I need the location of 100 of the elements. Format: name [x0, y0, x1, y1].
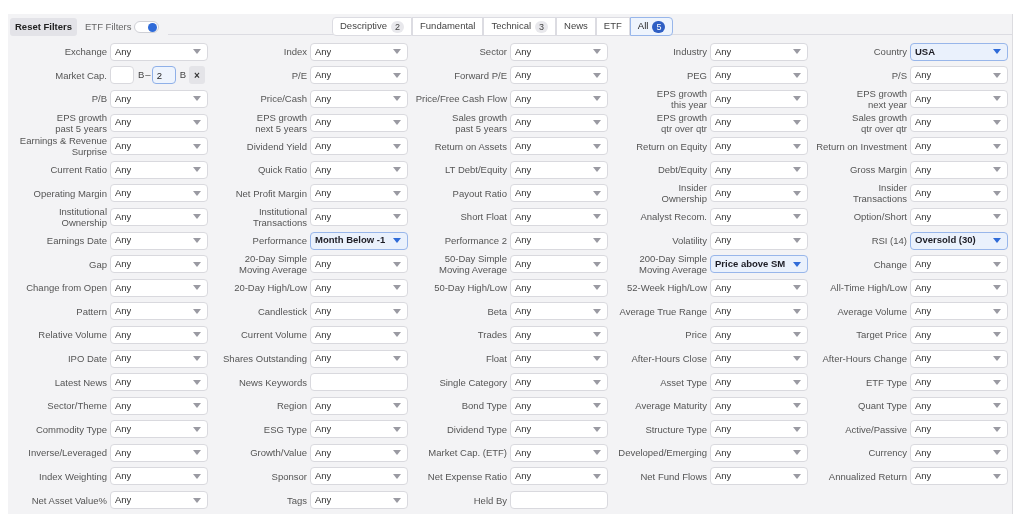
- filter-dropdown[interactable]: Any: [910, 207, 1008, 226]
- filter-dropdown[interactable]: Any: [510, 42, 608, 61]
- filter-dropdown[interactable]: Any: [510, 66, 608, 85]
- filter-dropdown[interactable]: Any: [110, 42, 208, 61]
- filter-dropdown[interactable]: Any: [110, 349, 208, 368]
- filter-dropdown[interactable]: Any: [110, 278, 208, 297]
- filter-dropdown[interactable]: Any: [710, 396, 808, 415]
- filter-tab[interactable]: Technical 3: [483, 17, 557, 36]
- filter-dropdown[interactable]: Any: [110, 207, 208, 226]
- filter-dropdown[interactable]: Any: [310, 207, 408, 226]
- filter-dropdown[interactable]: Any: [510, 325, 608, 344]
- filter-dropdown[interactable]: Any: [310, 420, 408, 439]
- filter-dropdown[interactable]: Oversold (30): [910, 231, 1008, 250]
- filter-dropdown[interactable]: Any: [510, 396, 608, 415]
- filter-dropdown[interactable]: Any: [910, 302, 1008, 321]
- filter-dropdown[interactable]: Month Below -1: [310, 231, 408, 250]
- filter-dropdown[interactable]: Any: [710, 90, 808, 108]
- filter-dropdown[interactable]: Any: [710, 467, 808, 486]
- filter-dropdown[interactable]: Any: [910, 396, 1008, 415]
- filter-dropdown[interactable]: Any: [110, 443, 208, 462]
- filter-dropdown[interactable]: Any: [510, 373, 608, 392]
- filter-dropdown[interactable]: Any: [110, 467, 208, 486]
- filter-dropdown[interactable]: Any: [110, 137, 208, 156]
- filter-dropdown[interactable]: Any: [910, 420, 1008, 439]
- filter-dropdown[interactable]: Any: [910, 137, 1008, 156]
- filter-dropdown[interactable]: Any: [910, 349, 1008, 368]
- filter-dropdown[interactable]: Any: [510, 207, 608, 226]
- filter-dropdown[interactable]: Any: [110, 90, 208, 108]
- filter-dropdown[interactable]: Any: [510, 443, 608, 462]
- filter-dropdown[interactable]: Any: [710, 184, 808, 203]
- filter-dropdown[interactable]: Any: [310, 278, 408, 297]
- filter-dropdown[interactable]: Any: [510, 113, 608, 132]
- filter-dropdown[interactable]: Any: [310, 443, 408, 462]
- filter-dropdown[interactable]: Any: [710, 443, 808, 462]
- filter-tab[interactable]: Descriptive 2: [332, 17, 412, 36]
- filter-dropdown[interactable]: Any: [510, 302, 608, 321]
- filter-tab[interactable]: News: [556, 17, 596, 36]
- filter-dropdown[interactable]: Any: [910, 66, 1008, 85]
- filter-dropdown[interactable]: Any: [910, 443, 1008, 462]
- filter-dropdown[interactable]: Any: [510, 160, 608, 179]
- input-field[interactable]: [110, 66, 134, 85]
- clear-button[interactable]: ×: [189, 66, 205, 85]
- filter-dropdown[interactable]: Any: [310, 160, 408, 179]
- filter-dropdown[interactable]: Any: [910, 184, 1008, 203]
- filter-dropdown[interactable]: Any: [710, 207, 808, 226]
- input-field[interactable]: 2: [151, 66, 176, 85]
- filter-dropdown[interactable]: Any: [510, 467, 608, 486]
- filter-dropdown[interactable]: Any: [110, 373, 208, 392]
- filter-dropdown[interactable]: Any: [510, 255, 608, 274]
- filter-dropdown[interactable]: Any: [510, 278, 608, 297]
- filter-dropdown[interactable]: Any: [710, 113, 808, 132]
- filter-dropdown[interactable]: Any: [310, 491, 408, 510]
- filter-dropdown[interactable]: Any: [310, 66, 408, 85]
- reset-filters-button[interactable]: Reset Filters: [10, 18, 78, 36]
- filter-dropdown[interactable]: Any: [710, 137, 808, 156]
- filter-dropdown[interactable]: Any: [910, 325, 1008, 344]
- filter-dropdown[interactable]: Any: [310, 255, 408, 274]
- filter-dropdown[interactable]: Any: [110, 302, 208, 321]
- etf-toggle[interactable]: [134, 21, 160, 33]
- filter-dropdown[interactable]: Any: [510, 420, 608, 439]
- filter-dropdown[interactable]: Any: [310, 184, 408, 203]
- filter-dropdown[interactable]: Any: [710, 373, 808, 392]
- filter-dropdown[interactable]: Any: [710, 160, 808, 179]
- filter-dropdown[interactable]: Any: [310, 42, 408, 61]
- filter-dropdown[interactable]: Any: [910, 90, 1008, 108]
- filter-dropdown[interactable]: Any: [910, 278, 1008, 297]
- filter-dropdown[interactable]: Any: [310, 137, 408, 156]
- filter-dropdown[interactable]: Any: [310, 90, 408, 108]
- filter-dropdown[interactable]: Any: [710, 231, 808, 250]
- filter-dropdown[interactable]: Any: [910, 373, 1008, 392]
- filter-dropdown[interactable]: Any: [310, 302, 408, 321]
- filter-dropdown[interactable]: Any: [710, 325, 808, 344]
- filter-dropdown[interactable]: Any: [110, 396, 208, 415]
- filter-dropdown[interactable]: Any: [310, 467, 408, 486]
- filter-dropdown[interactable]: Any: [110, 160, 208, 179]
- filter-dropdown[interactable]: Any: [110, 420, 208, 439]
- filter-dropdown[interactable]: Any: [910, 113, 1008, 132]
- filter-dropdown[interactable]: Any: [710, 278, 808, 297]
- input-field[interactable]: [510, 491, 608, 510]
- filter-dropdown[interactable]: Any: [310, 325, 408, 344]
- filter-dropdown[interactable]: USA: [910, 42, 1008, 61]
- filter-dropdown[interactable]: Any: [910, 160, 1008, 179]
- filter-dropdown[interactable]: Price above SM: [710, 255, 808, 274]
- filter-dropdown[interactable]: Any: [110, 325, 208, 344]
- filter-dropdown[interactable]: Any: [110, 113, 208, 132]
- filter-dropdown[interactable]: Any: [310, 113, 408, 132]
- filter-dropdown[interactable]: Any: [910, 467, 1008, 486]
- filter-dropdown[interactable]: Any: [510, 137, 608, 156]
- filter-tab[interactable]: All 5: [629, 17, 674, 36]
- filter-dropdown[interactable]: Any: [710, 42, 808, 61]
- filter-dropdown[interactable]: Any: [910, 255, 1008, 274]
- filter-dropdown[interactable]: Any: [110, 491, 208, 510]
- filter-dropdown[interactable]: Any: [710, 66, 808, 85]
- filter-dropdown[interactable]: Any: [710, 420, 808, 439]
- filter-dropdown[interactable]: Any: [310, 396, 408, 415]
- filter-dropdown[interactable]: Any: [110, 231, 208, 250]
- input-field[interactable]: [310, 373, 408, 392]
- filter-dropdown[interactable]: Any: [310, 349, 408, 368]
- filter-dropdown[interactable]: Any: [510, 231, 608, 250]
- filter-tab[interactable]: Fundamental: [412, 17, 484, 36]
